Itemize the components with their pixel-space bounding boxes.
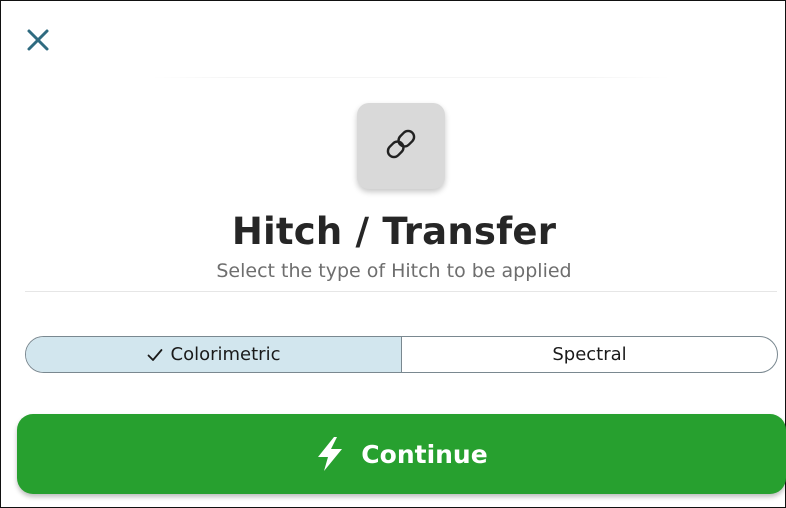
hitch-transfer-dialog: Hitch / Transfer Select the type of Hitc… (0, 0, 786, 508)
close-icon (23, 25, 53, 55)
checkmark-icon (147, 348, 163, 362)
section-divider (25, 291, 777, 292)
continue-label: Continue (361, 439, 488, 469)
segment-spectral[interactable]: Spectral (402, 337, 777, 372)
link-icon (381, 124, 421, 168)
dialog-subtitle: Select the type of Hitch to be applied (216, 260, 572, 282)
segment-colorimetric[interactable]: Colorimetric (26, 337, 402, 372)
hitch-type-segmented-control: Colorimetric Spectral (25, 336, 778, 373)
segment-label: Spectral (552, 344, 627, 365)
lightning-bolt-icon (315, 436, 345, 472)
segment-label: Colorimetric (170, 344, 281, 365)
close-button[interactable] (23, 25, 53, 55)
dialog-title: Hitch / Transfer (231, 210, 557, 253)
header-icon-tile (357, 103, 445, 189)
continue-button[interactable]: Continue (17, 414, 786, 494)
header-divider (151, 77, 671, 78)
